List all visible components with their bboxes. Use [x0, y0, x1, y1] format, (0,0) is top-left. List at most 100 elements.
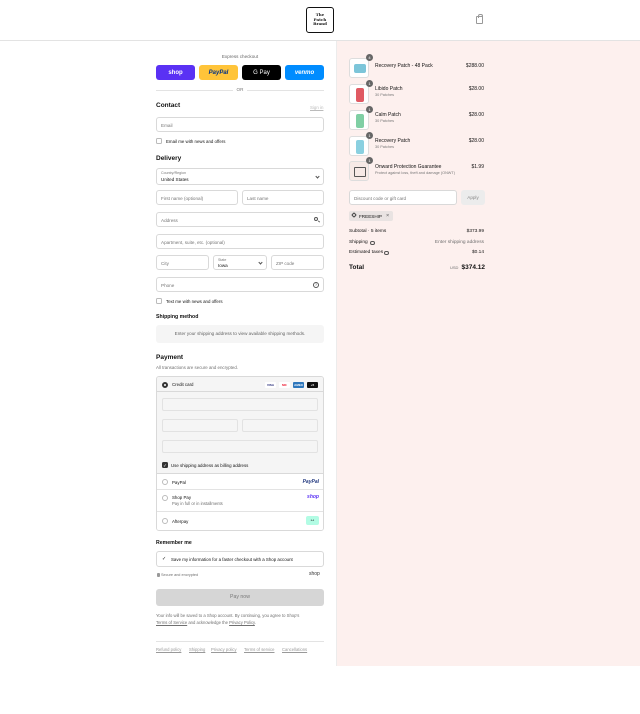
- save-info-label[interactable]: Save my information for a faster checkou…: [171, 557, 293, 562]
- state-label: State: [218, 258, 227, 262]
- shop-pay-radio[interactable]: [162, 495, 168, 501]
- apply-discount-button[interactable]: Apply: [461, 190, 485, 205]
- card-number-field[interactable]: [162, 398, 318, 411]
- more-cards-badge: +5: [307, 382, 318, 388]
- estimated-taxes-value: $0.14: [471, 250, 484, 255]
- country-label: Country/Region: [161, 171, 186, 175]
- discount-code-text: FREESHIP: [359, 213, 382, 219]
- shopping-bag-icon[interactable]: [476, 14, 483, 24]
- address-placeholder: Address: [161, 217, 178, 223]
- shop-pay-express-button[interactable]: shop: [156, 65, 195, 80]
- discount-code-field[interactable]: Discount code or gift card: [349, 190, 457, 205]
- email-news-checkbox[interactable]: [156, 138, 162, 144]
- paypal-radio[interactable]: [162, 479, 168, 485]
- discount-chip: FREESHIP ×: [349, 211, 393, 221]
- last-name-field[interactable]: Last name: [242, 190, 324, 205]
- quantity-badge: 1: [366, 106, 373, 113]
- paypal-option[interactable]: PayPal PayPal: [157, 474, 323, 490]
- email-news-label: Email me with news and offers: [166, 138, 226, 144]
- check-icon: ✓: [162, 556, 167, 562]
- phone-field[interactable]: Phone ?: [156, 277, 324, 292]
- last-name-placeholder: Last name: [247, 195, 269, 201]
- quantity-badge: 4: [366, 54, 373, 61]
- email-field[interactable]: Email: [156, 117, 324, 132]
- afterpay-logo-icon: ↔: [306, 516, 319, 525]
- item-name: Libido Patch: [375, 86, 403, 92]
- state-value: Iowa: [218, 263, 228, 268]
- paypal-express-button[interactable]: PayPal: [199, 65, 238, 80]
- name-on-card-field[interactable]: [162, 440, 318, 453]
- credit-card-option[interactable]: Credit card VISA MC AMEX +5: [157, 377, 323, 392]
- privacy-policy-footer-link[interactable]: Privacy policy: [211, 647, 237, 652]
- cancellations-link[interactable]: Cancellations: [282, 647, 307, 652]
- or-divider-text: OR: [233, 87, 247, 92]
- google-pay-express-button[interactable]: G Pay: [242, 65, 281, 80]
- total-value: $374.12: [461, 263, 486, 271]
- product-thumbnail: [349, 110, 369, 130]
- paypal-label: PayPal: [172, 479, 186, 485]
- expiration-field[interactable]: [162, 419, 238, 432]
- sign-in-link[interactable]: Sign in: [310, 105, 323, 110]
- venmo-express-button[interactable]: venmo: [285, 65, 324, 80]
- close-icon[interactable]: ×: [386, 213, 389, 219]
- search-icon: [314, 217, 318, 221]
- shop-pay-option[interactable]: Shop Pay Pay in full or in installments …: [157, 490, 323, 512]
- item-price: $1.99: [471, 164, 484, 170]
- shop-pay-logo: shop: [307, 493, 319, 500]
- address-field[interactable]: Address: [156, 212, 324, 227]
- state-select[interactable]: State Iowa: [213, 255, 267, 270]
- quantity-badge: 1: [366, 132, 373, 139]
- product-image: [356, 140, 364, 154]
- text-news-checkbox[interactable]: [156, 298, 162, 304]
- billing-address-checkbox[interactable]: ✓: [162, 462, 168, 468]
- privacy-policy-link[interactable]: Privacy Policy: [229, 620, 255, 625]
- refund-policy-link[interactable]: Refund policy: [156, 647, 181, 652]
- subtotal-label: Subtotal · 5 items: [349, 229, 387, 234]
- credit-card-label: Credit card: [172, 382, 194, 387]
- item-name: Recovery Patch: [375, 138, 411, 144]
- afterpay-radio[interactable]: [162, 518, 168, 524]
- shipping-methods-placeholder: Enter your shipping address to view avai…: [156, 325, 324, 343]
- first-name-field[interactable]: First name (optional): [156, 190, 238, 205]
- help-icon[interactable]: [384, 250, 389, 255]
- quantity-badge: 1: [366, 157, 373, 164]
- brand-logo[interactable]: The Patch Brand: [306, 7, 334, 33]
- footer-divider: [156, 641, 324, 642]
- credit-card-radio[interactable]: [162, 381, 168, 388]
- pay-now-button[interactable]: Pay now: [156, 589, 324, 606]
- phone-placeholder: Phone: [161, 282, 175, 288]
- apartment-field[interactable]: Apartment, suite, etc. (optional): [156, 234, 324, 249]
- item-name: Onward Protection Guarantee: [375, 164, 442, 170]
- legal-text: Your info will be saved to a Shop accoun…: [156, 612, 326, 626]
- lock-icon: [157, 573, 160, 577]
- zip-field[interactable]: ZIP code: [271, 255, 324, 270]
- shop-pay-subtitle: Pay in full or in installments: [172, 501, 223, 506]
- terms-of-service-footer-link[interactable]: Terms of service: [244, 647, 274, 652]
- shipping-link[interactable]: Shipping: [189, 647, 205, 652]
- estimated-taxes-label: Estimated taxes: [349, 250, 384, 255]
- city-field[interactable]: City: [156, 255, 209, 270]
- paypal-logo: PayPal: [302, 478, 319, 485]
- package-icon: [354, 167, 366, 177]
- total-label: Total: [349, 264, 365, 271]
- shop-pay-label: Shop Pay: [172, 494, 192, 500]
- header: The Patch Brand: [0, 0, 640, 41]
- discount-code-placeholder: Discount code or gift card: [354, 195, 407, 201]
- shipping-value: Enter shipping address: [434, 240, 484, 245]
- payment-subtitle: All transactions are secure and encrypte…: [156, 365, 239, 370]
- credit-card-form: ✓ Use shipping address as billing addres…: [157, 392, 323, 474]
- city-placeholder: City: [161, 260, 169, 266]
- help-icon[interactable]: [370, 240, 375, 245]
- afterpay-option[interactable]: Afterpay ↔: [157, 512, 323, 530]
- terms-of-service-link[interactable]: Terms of Service: [156, 620, 187, 625]
- security-code-field[interactable]: [242, 419, 318, 432]
- item-price: $28.00: [468, 112, 484, 118]
- remember-me-box: ✓ Save my information for a faster check…: [156, 551, 324, 567]
- chevron-down-icon: [315, 174, 320, 179]
- help-icon[interactable]: ?: [313, 282, 319, 288]
- express-checkout-label: Express checkout: [221, 54, 259, 59]
- logo-line-3: Brand: [313, 21, 327, 27]
- delivery-heading: Delivery: [156, 155, 182, 162]
- country-select[interactable]: Country/Region United States: [156, 168, 324, 185]
- item-price: $28.00: [468, 138, 484, 144]
